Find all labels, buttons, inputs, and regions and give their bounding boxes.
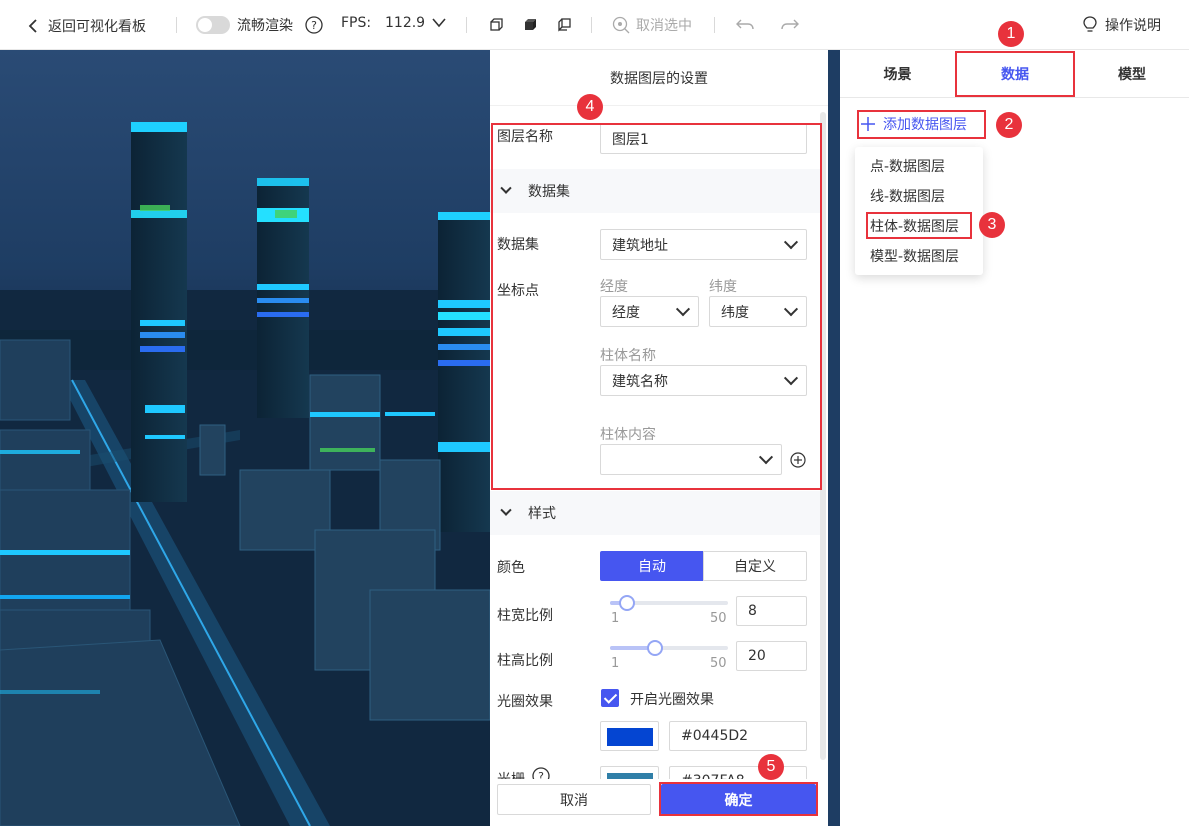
halo-color-value: #0445D2 [681, 728, 749, 744]
smooth-render-label: 流畅渲染 [237, 18, 293, 34]
annotation-box-confirm [659, 782, 818, 816]
annotation-badge-1: 1 [998, 21, 1024, 47]
view-front-icon[interactable] [490, 18, 504, 32]
dropdown-item-model-layer[interactable]: 模型-数据图层 [870, 246, 959, 266]
height-ratio-max: 50 [710, 656, 727, 671]
view-side-icon[interactable] [558, 18, 572, 32]
city-render [0, 122, 490, 826]
undo-icon[interactable] [736, 18, 754, 32]
chevron-down-icon [500, 504, 512, 516]
width-ratio-input[interactable]: 8 [736, 596, 807, 626]
chevron-left-icon [28, 19, 37, 33]
annotation-box-data-tab [955, 51, 1075, 97]
back-button[interactable]: 返回可视化看板 [28, 16, 146, 36]
height-ratio-value: 20 [748, 648, 766, 664]
cancel-button[interactable]: 取消 [497, 784, 651, 815]
layer-type-dropdown: 点-数据图层 线-数据图层 柱体-数据图层 模型-数据图层 [855, 147, 983, 275]
annotation-badge-3: 3 [979, 212, 1005, 238]
tab-underline [840, 97, 1189, 98]
width-ratio-value: 8 [748, 603, 757, 619]
halo-color-swatch [607, 728, 653, 746]
halo-effect-checkbox[interactable] [601, 689, 619, 707]
halo-color-input[interactable]: #0445D2 [669, 721, 807, 751]
lightbulb-icon [1083, 16, 1097, 32]
annotation-badge-2: 2 [996, 112, 1022, 138]
annotation-box-column-layer [866, 212, 972, 239]
toolbar-divider [714, 17, 715, 33]
fps-value: 112.9 [385, 15, 426, 31]
halo-effect-checkbox-label: 开启光圈效果 [630, 692, 714, 708]
fps-label: FPS: [341, 15, 372, 31]
help-guide-link[interactable]: 操作说明 [1105, 15, 1161, 35]
annotation-badge-4: 4 [577, 94, 603, 120]
height-ratio-slider-handle[interactable] [647, 640, 663, 656]
halo-effect-label: 光圈效果 [497, 694, 553, 710]
color-auto-button[interactable]: 自动 [600, 551, 704, 581]
height-ratio-label: 柱高比例 [497, 653, 553, 669]
svg-text:?: ? [311, 19, 317, 32]
chevron-down-icon[interactable] [432, 18, 446, 28]
tab-scene-label: 场景 [883, 66, 912, 83]
tab-model[interactable]: 模型 [1075, 50, 1189, 97]
back-label: 返回可视化看板 [48, 19, 146, 35]
toolbar-divider [466, 17, 467, 33]
style-section-title: 样式 [528, 506, 556, 522]
dropdown-item-point-layer[interactable]: 点-数据图层 [870, 156, 945, 176]
color-auto-label: 自动 [638, 559, 666, 575]
width-ratio-slider-handle[interactable] [619, 595, 635, 611]
tab-scene[interactable]: 场景 [840, 50, 955, 97]
toolbar-divider [591, 17, 592, 33]
style-section-header[interactable]: 样式 [490, 491, 820, 535]
dropdown-item-line-layer[interactable]: 线-数据图层 [870, 186, 945, 206]
toolbar-divider [176, 17, 177, 33]
deselect-icon [612, 16, 630, 34]
annotation-box-add-layer [857, 110, 986, 139]
smooth-render-toggle[interactable] [196, 16, 230, 34]
annotation-box-layer-form [491, 123, 822, 490]
panel-title: 数据图层的设置 [490, 50, 828, 106]
cancel-button-label: 取消 [560, 792, 588, 809]
cancel-select-label: 取消选中 [636, 18, 692, 34]
panel-divider [828, 50, 840, 826]
height-ratio-min: 1 [611, 656, 620, 671]
view-solid-icon[interactable] [524, 18, 538, 32]
color-label: 颜色 [497, 560, 525, 576]
height-ratio-input[interactable]: 20 [736, 641, 807, 671]
annotation-badge-5: 5 [758, 754, 784, 780]
tab-model-label: 模型 [1118, 66, 1146, 83]
redo-icon[interactable] [781, 18, 799, 32]
color-custom-label: 自定义 [734, 559, 776, 575]
width-ratio-max: 50 [710, 611, 727, 626]
3d-city-scene[interactable] [0, 50, 490, 826]
help-circle-icon[interactable]: ? [305, 16, 323, 34]
width-ratio-min: 1 [611, 611, 620, 626]
width-ratio-label: 柱宽比例 [497, 608, 553, 624]
color-custom-button[interactable]: 自定义 [703, 551, 807, 581]
halo-color-picker[interactable] [600, 721, 659, 751]
